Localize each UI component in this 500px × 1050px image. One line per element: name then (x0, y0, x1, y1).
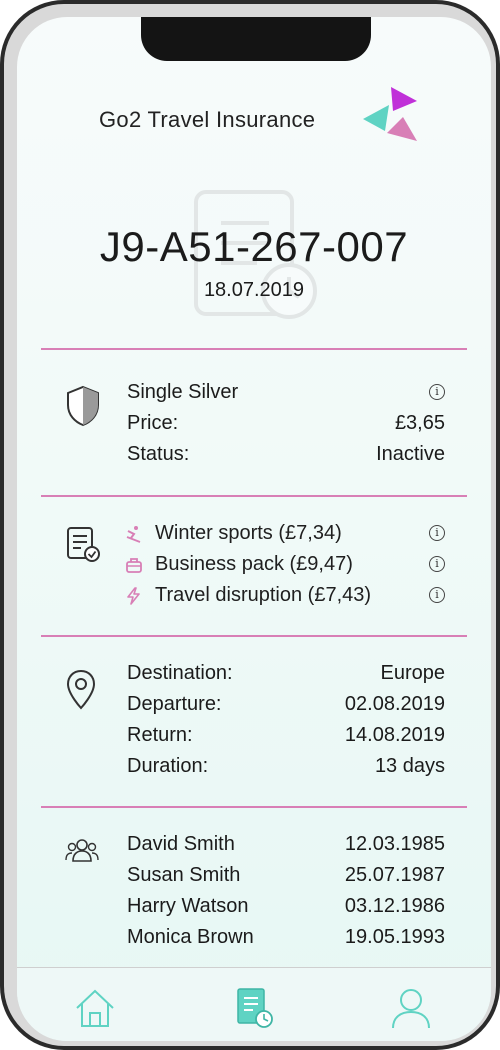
trip-row: Duration: 13 days (127, 755, 445, 785)
section-divider (41, 495, 467, 497)
brand-name: Go2 Travel Insurance (99, 107, 316, 132)
traveller-dob: 03.12.1986 (344, 895, 445, 917)
plan-price-row: Price: £3,65 (127, 412, 445, 442)
shield-icon (67, 385, 99, 427)
home-icon[interactable] (73, 986, 117, 1030)
addon-label: Winter sports (£7,34) (155, 522, 342, 544)
trip-value: Europe (380, 662, 446, 684)
plan-status-row: Status: Inactive (127, 443, 445, 473)
trip-label: Return: (127, 724, 193, 746)
trip-value: 13 days (374, 755, 445, 777)
document-check-icon (67, 527, 100, 562)
price-value: £3,65 (394, 412, 445, 434)
plan-name: Single Silver (127, 381, 239, 403)
section-divider (41, 635, 467, 637)
trip-label: Destination: (127, 662, 233, 684)
status-label: Status: (127, 443, 190, 465)
phone-frame: Go2 Travel Insurance J9-A51-267-007 18.0… (0, 0, 500, 1050)
traveller-name: Harry Watson (127, 895, 249, 917)
bottom-tab-bar (17, 967, 491, 1041)
price-label: Price: (127, 412, 179, 434)
addon-label: Travel disruption (£7,43) (155, 584, 372, 606)
traveller-row: David Smith 12.03.1985 (127, 833, 445, 863)
brand-logo-icon (363, 87, 417, 141)
trip-row: Departure: 02.08.2019 (127, 693, 445, 723)
section-divider (41, 348, 467, 350)
traveller-row: Monica Brown 19.05.1993 (127, 926, 445, 956)
info-icon[interactable]: i (429, 556, 445, 572)
profile-icon[interactable] (389, 986, 433, 1030)
info-icon[interactable]: i (429, 384, 445, 400)
info-icon[interactable]: i (429, 525, 445, 541)
addon-item: Travel disruption (£7,43) i (125, 584, 445, 614)
traveller-dob: 12.03.1985 (344, 833, 445, 855)
phone-bezel: Go2 Travel Insurance J9-A51-267-007 18.0… (4, 4, 496, 1046)
traveller-dob: 19.05.1993 (344, 926, 445, 948)
addon-label: Business pack (£9,47) (155, 553, 353, 575)
trip-row: Destination: Europe (127, 662, 445, 692)
traveller-name: Susan Smith (127, 864, 241, 886)
section-divider (41, 806, 467, 808)
trip-value: 02.08.2019 (344, 693, 445, 715)
ski-icon (126, 526, 141, 543)
trip-value: 14.08.2019 (344, 724, 445, 746)
lightning-icon (127, 587, 140, 605)
traveller-row: Harry Watson 03.12.1986 (127, 895, 445, 925)
app-screen: Go2 Travel Insurance J9-A51-267-007 18.0… (17, 17, 491, 1041)
plan-name-row: Single Silver i (127, 381, 445, 411)
info-icon[interactable]: i (429, 587, 445, 603)
phone-notch (141, 17, 371, 61)
location-pin-icon (66, 669, 96, 710)
briefcase-icon (126, 558, 142, 573)
group-icon (65, 839, 99, 862)
policy-history-icon[interactable] (233, 986, 277, 1030)
policy-date: 18.07.2019 (203, 279, 305, 301)
trip-label: Departure: (127, 693, 222, 715)
addon-item: Winter sports (£7,34) i (125, 522, 445, 552)
traveller-name: David Smith (127, 833, 235, 855)
addon-item: Business pack (£9,47) i (125, 553, 445, 583)
policy-number: J9-A51-267-007 (99, 223, 409, 270)
trip-row: Return: 14.08.2019 (127, 724, 445, 754)
traveller-row: Susan Smith 25.07.1987 (127, 864, 445, 894)
status-value: Inactive (376, 443, 445, 465)
traveller-dob: 25.07.1987 (344, 864, 445, 886)
traveller-name: Monica Brown (127, 926, 254, 948)
trip-label: Duration: (127, 755, 209, 777)
